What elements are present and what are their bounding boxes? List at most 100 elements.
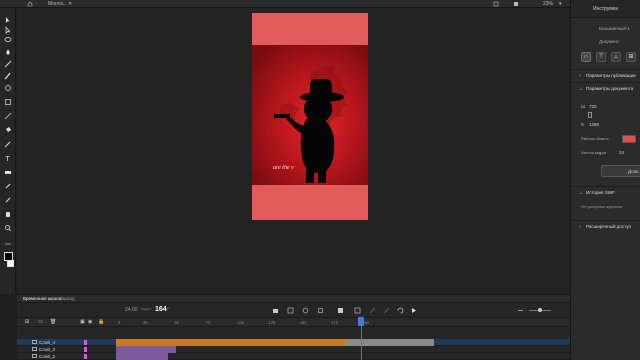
document-tab[interactable]: Монта... — [48, 1, 67, 7]
layer-name[interactable]: Слой_2 — [39, 354, 55, 359]
ruler-tick-label: 100 — [237, 320, 244, 325]
snap-magnet-button[interactable]: ∩ — [581, 52, 591, 62]
fps-field[interactable]: 24 — [619, 150, 624, 155]
delete-layer-icon[interactable]: 🗑 — [50, 319, 56, 325]
overlay-caption: are the v — [273, 165, 294, 171]
new-layer-icon[interactable]: ⊞ — [25, 319, 29, 325]
hand-icon[interactable] — [4, 210, 12, 218]
layer-name[interactable]: Слой_4 — [39, 340, 55, 345]
paint-bucket-icon[interactable] — [4, 126, 12, 134]
layer-type-icon — [32, 347, 37, 351]
tab-output[interactable]: Вывод — [61, 296, 75, 301]
eye-icon[interactable]: ◉ — [88, 319, 92, 325]
stage-fit-icon[interactable] — [493, 1, 499, 7]
lock-icon[interactable]: 🔒 — [98, 319, 104, 325]
panel-tab-bar: Инструмен — [571, 0, 640, 18]
tools-panel: T — [0, 8, 16, 294]
onion-outline-icon[interactable] — [317, 307, 324, 314]
artwork-frame[interactable]: are the v — [252, 45, 368, 185]
chevron-down-icon: ⌄ — [579, 190, 584, 196]
swap-button[interactable]: ⊞ — [626, 52, 636, 62]
oval-icon[interactable] — [4, 84, 12, 92]
onion-skin-icon[interactable] — [302, 307, 309, 314]
more-settings-button[interactable]: Допо — [601, 165, 640, 177]
zoom-value[interactable]: 23% — [543, 1, 553, 7]
ruler-tick-label: 125 — [268, 320, 276, 325]
stage-color-swatch[interactable] — [622, 135, 636, 143]
brush-icon[interactable] — [4, 72, 12, 80]
current-frame[interactable]: 164 — [155, 306, 167, 313]
layer-color-chip[interactable] — [84, 340, 87, 345]
top-bar: Монта... ✕ 23% ▾ — [0, 0, 640, 8]
play-icon[interactable] — [410, 307, 417, 314]
ruler-tick-label: 175 — [331, 320, 338, 325]
selection-icon[interactable] — [4, 16, 12, 24]
section-document[interactable]: ⌄ Параметры документа — [571, 82, 640, 94]
document-label: Документ — [599, 39, 619, 44]
section-swf-history[interactable]: ⌄ История SWF — [571, 186, 640, 198]
more-tools-icon[interactable] — [4, 240, 12, 248]
timeline-controls: 24,00 кадр/с 164 F — [17, 303, 570, 317]
eraser-icon[interactable] — [4, 168, 12, 176]
character-silhouette — [274, 66, 348, 183]
insert-blank-keyframe-icon[interactable] — [354, 307, 361, 314]
height-field[interactable]: 1280 — [589, 122, 599, 127]
brush-tween-icon[interactable] — [369, 307, 376, 314]
eyedropper-2-icon[interactable] — [4, 196, 12, 204]
ruler-tick-label: 5 — [118, 320, 121, 325]
layer-frames[interactable] — [116, 346, 176, 353]
lasso-icon[interactable] — [4, 36, 12, 44]
fit-timeline-icon[interactable] — [517, 307, 524, 314]
loop-icon[interactable] — [397, 307, 404, 314]
width-field[interactable]: 720 — [589, 104, 597, 109]
layer-type-icon — [32, 354, 37, 358]
layer-frames[interactable] — [116, 339, 434, 346]
bone-icon[interactable] — [4, 182, 12, 190]
workarea-label: Рабочая область — [581, 137, 609, 141]
stage-area: are the v — [17, 8, 570, 294]
close-tab-icon[interactable]: ✕ — [68, 1, 72, 7]
frame-unit: F — [167, 306, 170, 311]
camera-icon[interactable] — [272, 307, 279, 314]
layer-row[interactable]: Слой_3 — [17, 346, 570, 353]
subselection-icon[interactable] — [4, 26, 12, 34]
layer-row[interactable]: Слой_4 — [17, 339, 570, 346]
align-button[interactable]: ⊤ — [596, 52, 606, 62]
edit-multiple-icon[interactable] — [287, 307, 294, 314]
pen-icon[interactable] — [4, 48, 12, 56]
layer-color-chip[interactable] — [84, 354, 87, 359]
tab-timeline[interactable]: Временная шкала — [23, 296, 61, 301]
fps-display[interactable]: 24,00 — [125, 307, 138, 313]
timeline-zoom-handle[interactable] — [538, 308, 542, 312]
text-icon[interactable]: T — [4, 154, 12, 162]
playhead[interactable] — [358, 317, 364, 326]
section-advanced[interactable]: › Расширенный доступ — [571, 220, 640, 232]
new-folder-icon[interactable]: ▭ — [38, 319, 43, 325]
motion-path-icon[interactable] — [383, 307, 390, 314]
workspace-tab[interactable]: Инструмен — [593, 6, 618, 12]
layer-row[interactable]: Слой_2 — [17, 353, 570, 360]
clip-icon[interactable] — [513, 1, 519, 7]
zoom-icon[interactable] — [4, 224, 12, 232]
link-dimensions-icon[interactable] — [588, 112, 592, 118]
swf-empty-message: Нет доступных журналов — [581, 205, 622, 209]
chevron-right-icon: › — [579, 224, 581, 230]
line-icon[interactable] — [4, 112, 12, 120]
transform-button[interactable]: ⊥ — [611, 52, 621, 62]
height-label: В — [581, 122, 585, 127]
zoom-dropdown-icon[interactable]: ▾ — [559, 1, 562, 7]
layer-name[interactable]: Слой_3 — [39, 347, 55, 352]
fill-color-swatch[interactable] — [7, 260, 14, 267]
section-publish[interactable]: › Параметры публикации — [571, 69, 640, 81]
layer-color-chip[interactable] — [84, 347, 87, 352]
eyedropper-icon[interactable] — [4, 140, 12, 148]
home-icon[interactable] — [27, 1, 33, 7]
frame-ruler[interactable]: ⊞ ▭ 🗑 ▣ ◉ 🔒 5 25 50 75 100 125 150 175 200 — [17, 317, 570, 327]
rectangle-icon[interactable] — [4, 98, 12, 106]
pencil-icon[interactable] — [4, 60, 12, 68]
ruler-tick-label: 75 — [205, 320, 211, 325]
highlight-layer-icon[interactable]: ▣ — [80, 319, 85, 325]
insert-keyframe-icon[interactable] — [337, 307, 344, 314]
layer-type-icon — [32, 340, 37, 344]
layer-frames[interactable] — [116, 353, 168, 360]
